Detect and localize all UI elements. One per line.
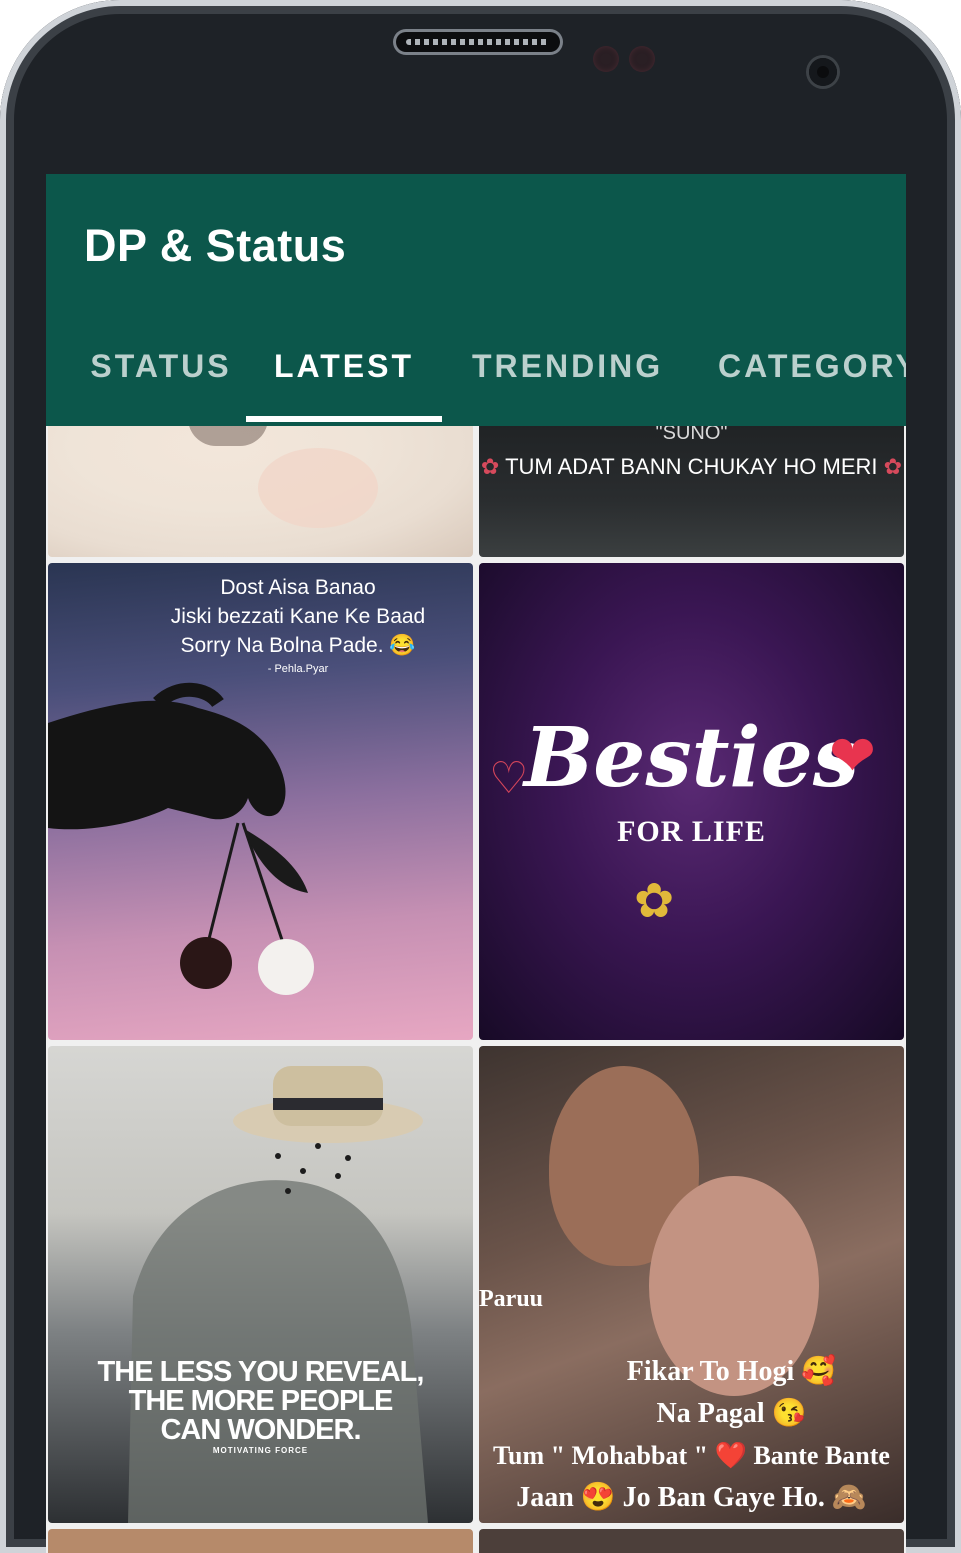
status-image-tile[interactable]: THE LESS YOU REVEAL, THE MORE PEOPLE CAN… — [48, 1046, 473, 1523]
tab-category[interactable]: CATEGORY — [718, 334, 906, 426]
tab-latest[interactable]: LATEST — [271, 334, 417, 426]
phone-frame: DP & Status STATUS LATEST TRENDING CATEG… — [0, 0, 961, 1553]
heart-icon: ♡ — [489, 754, 529, 803]
heart-icon: ❤ — [829, 724, 876, 787]
quote-line: Fikar To Hogi 🥰 — [626, 1356, 837, 1387]
flower-icon: ✿ — [634, 875, 675, 928]
image-grid: "SUNO" ✿ TUM ADAT BANN CHUKAY HO MERI ✿ … — [46, 426, 906, 1553]
quote-line: THE LESS YOU REVEAL, — [97, 1356, 425, 1388]
photo-detail — [188, 426, 268, 446]
quote-credit: MOTIVATING FORCE — [212, 1446, 309, 1455]
status-image-tile[interactable] — [48, 1529, 473, 1553]
tab-status[interactable]: STATUS — [76, 334, 246, 426]
quote-subtitle: FOR LIFE — [617, 815, 766, 848]
status-image-tile[interactable]: Besties FOR LIFE ❤ ♡ ✿ — [479, 563, 904, 1040]
status-image-tile[interactable]: Paruu Fikar To Hogi 🥰 Na Pagal 😘 Tum " M… — [479, 1046, 904, 1523]
app-title: DP & Status — [84, 220, 347, 271]
photo-detail — [258, 448, 378, 528]
earpiece-speaker — [396, 32, 560, 52]
quote-line: CAN WONDER. — [160, 1414, 361, 1446]
rose-icon: ✿ — [883, 454, 903, 479]
status-image-tile[interactable]: Dost Aisa Banao Jiski bezzati Kane Ke Ba… — [48, 563, 473, 1040]
hand-silhouette — [48, 682, 314, 995]
status-image-tile[interactable]: "SUNO" ✿ TUM ADAT BANN CHUKAY HO MERI ✿ — [479, 426, 904, 557]
status-image-tile[interactable] — [479, 1529, 904, 1553]
quote-line: Jaan 😍 Jo Ban Gaye Ho. 🙈 — [516, 1482, 867, 1513]
quote-line: THE MORE PEOPLE — [128, 1385, 394, 1417]
front-camera-icon — [809, 58, 837, 86]
app-bar: DP & Status STATUS LATEST TRENDING CATEG… — [46, 174, 906, 426]
cherry-dark — [180, 937, 232, 989]
proximity-sensor — [593, 46, 619, 72]
tab-trending[interactable]: TRENDING — [472, 334, 662, 426]
quote-block: THE LESS YOU REVEAL, THE MORE PEOPLE CAN… — [48, 1358, 473, 1457]
quote-name: Paruu — [479, 1286, 543, 1313]
cherry-moon — [258, 939, 314, 995]
rose-icon: ✿ — [480, 454, 500, 479]
quote-line: Na Pagal 😘 — [656, 1398, 807, 1429]
app-screen: DP & Status STATUS LATEST TRENDING CATEG… — [46, 174, 906, 1553]
active-tab-indicator — [246, 416, 442, 422]
tab-bar: STATUS LATEST TRENDING CATEGORY — [46, 334, 906, 426]
quote-text: TUM ADAT BANN CHUKAY HO MERI — [505, 454, 878, 479]
quote-text: Paruu — [479, 1286, 544, 1312]
light-sensor — [629, 46, 655, 72]
quote-line: "SUNO" — [655, 426, 728, 444]
status-image-tile[interactable] — [48, 426, 473, 557]
quote-block: Fikar To Hogi 🥰 Na Pagal 😘 Tum " Mohabba… — [479, 1351, 904, 1519]
quote-line: Tum " Mohabbat " ❤️ Bante Bante — [493, 1441, 890, 1470]
quote-line: ✿ TUM ADAT BANN CHUKAY HO MERI ✿ — [479, 454, 904, 480]
